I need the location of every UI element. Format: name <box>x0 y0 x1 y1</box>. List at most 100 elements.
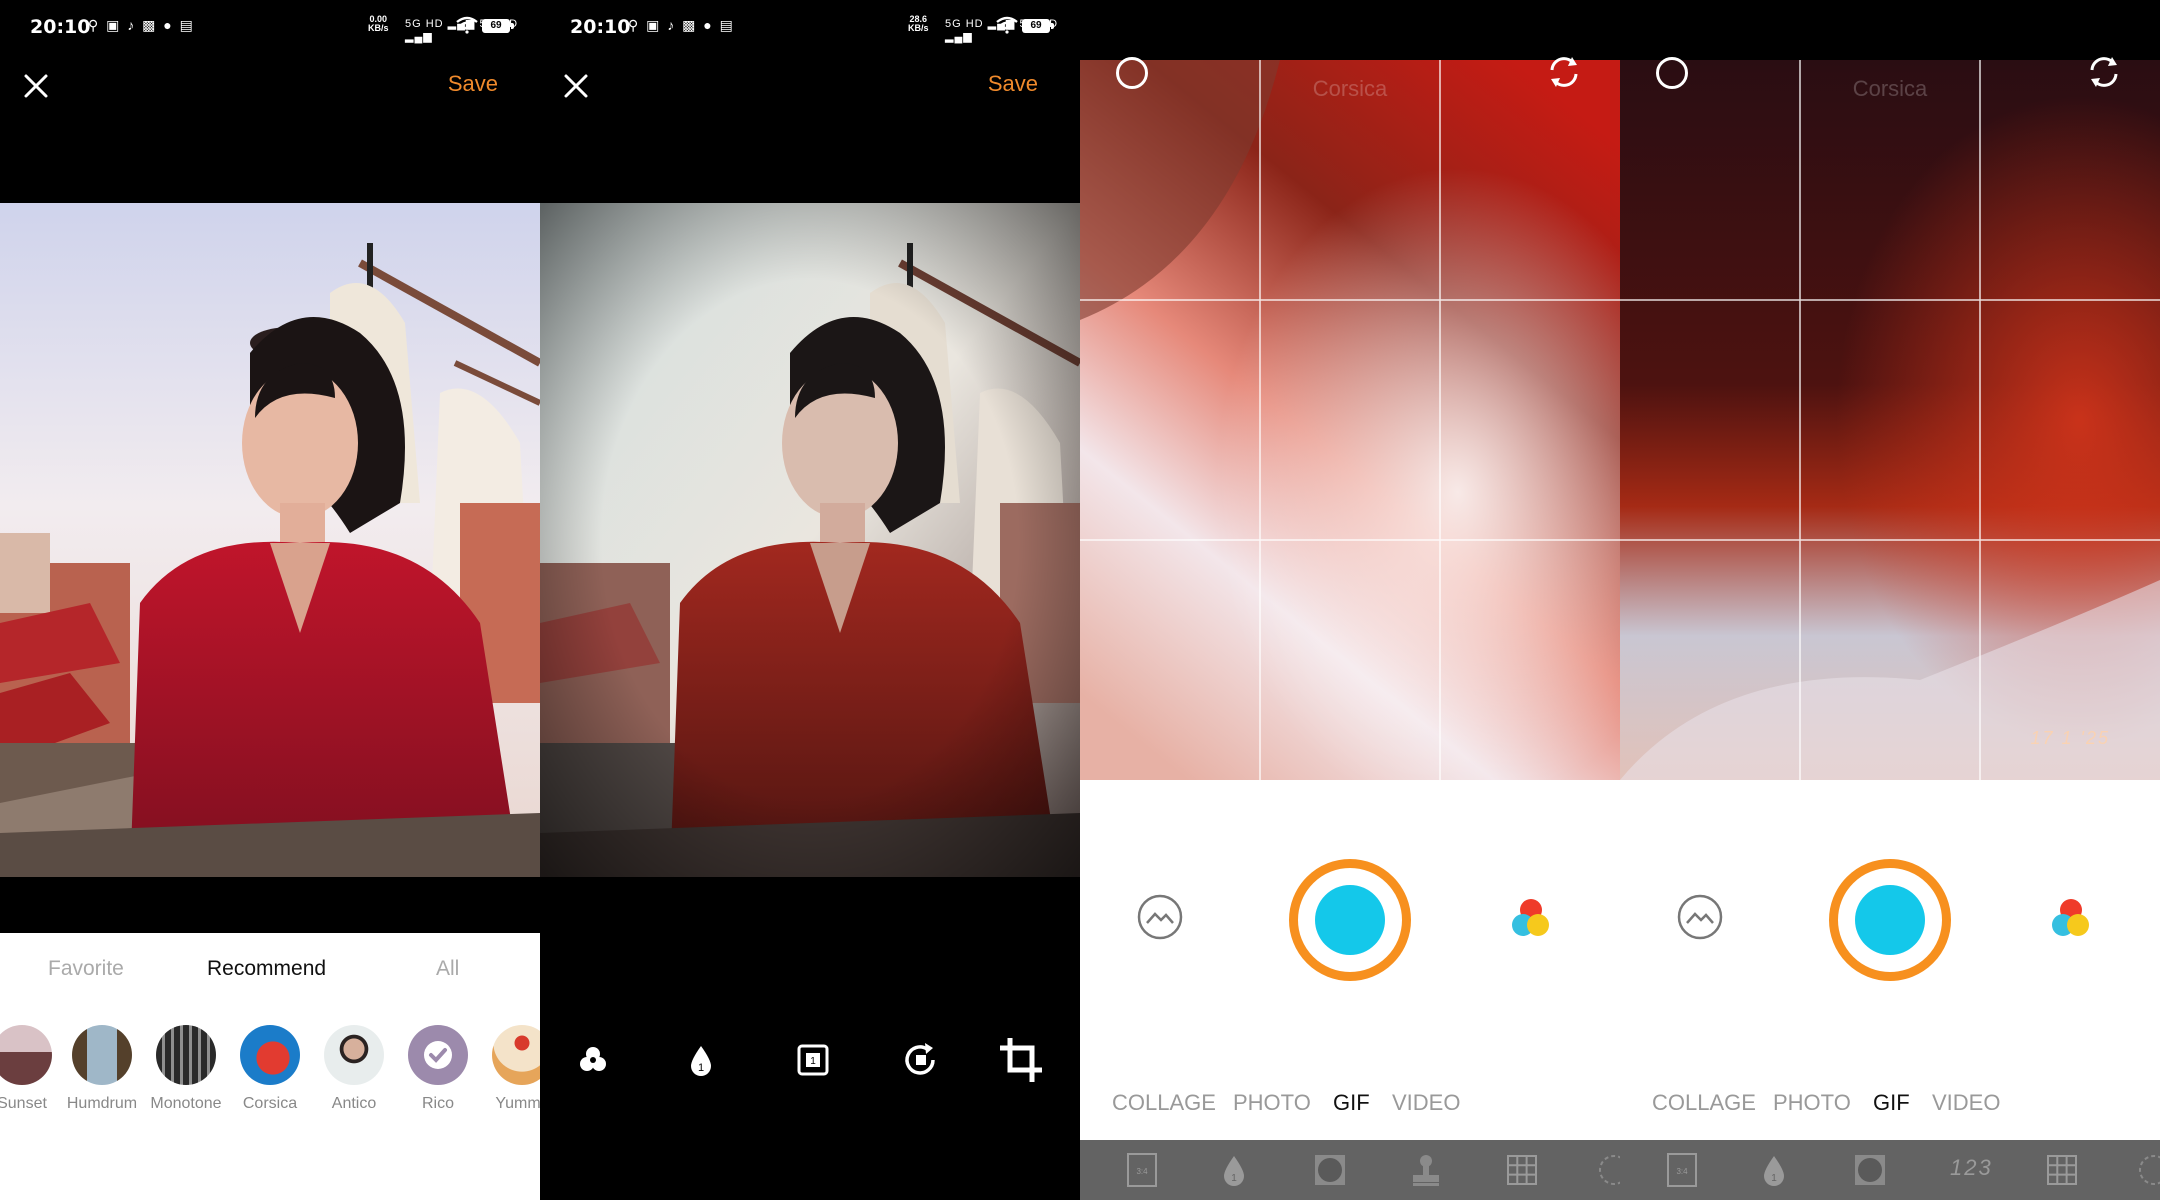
gallery-icon[interactable] <box>1676 893 1724 941</box>
gallery-icon[interactable] <box>1136 893 1184 941</box>
capture-mode-toggle[interactable] <box>1656 57 1688 89</box>
filter-item-rico[interactable]: Rico <box>396 1025 480 1113</box>
filter-label: Rico <box>421 1095 454 1112</box>
camera-bottom-toolbar: 3:4 1 <box>1080 1140 1620 1200</box>
camera-screen-datestamp: Corsica 17 1 '25 COLLAGE PHOTO GIF VIDEO… <box>1620 0 2160 1200</box>
camera-controls: COLLAGE PHOTO GIF VIDEO <box>1620 780 2160 1140</box>
antico-thumbnail <box>324 1025 384 1085</box>
vignette-button[interactable] <box>1312 1152 1348 1188</box>
svg-text:1: 1 <box>1231 1173 1237 1184</box>
flip-camera-icon[interactable] <box>1544 52 1584 92</box>
network-speed: 28.6 KB/s <box>908 15 929 33</box>
battery-icon: 69 <box>1022 19 1054 33</box>
filter-item-antico[interactable]: Antico <box>312 1025 396 1113</box>
battery-icon: 69 <box>482 19 514 33</box>
filter-item-yummy[interactable]: Yummy <box>480 1025 540 1113</box>
date-stamp-icon[interactable]: 123 <box>1950 1155 1993 1181</box>
aspect-ratio-button[interactable]: 3:4 <box>1124 1152 1160 1188</box>
color-filter-icon[interactable] <box>1505 893 1557 945</box>
wifi-icon <box>996 16 1018 34</box>
filter-name-overlay: Corsica <box>1852 76 1928 101</box>
photo-preview <box>540 203 1080 877</box>
status-bar: 20:10 ⚲ ▣ ♪ ▩ ● ▤ 0.00 KB/s 5G HD ▂▄▆ 5G … <box>0 0 540 50</box>
capture-modes: COLLAGE PHOTO GIF VIDEO <box>1620 1090 2160 1120</box>
edit-toolbar: 1 1 <box>540 1030 1080 1090</box>
vignette-button[interactable] <box>1852 1152 1888 1188</box>
filter-label: Monotone <box>150 1095 222 1112</box>
grid-button[interactable] <box>1504 1152 1540 1188</box>
shutter-button[interactable] <box>1289 859 1411 981</box>
svg-text:1: 1 <box>1771 1173 1777 1184</box>
timer-icon <box>2139 1155 2160 1185</box>
vignette-icon <box>1855 1155 1885 1185</box>
aspect-ratio-icon: 3:4 <box>1667 1153 1697 1187</box>
filter-icon <box>580 1047 606 1071</box>
mode-video[interactable]: VIDEO <box>1932 1090 2000 1116</box>
timer-icon <box>1599 1155 1620 1185</box>
filter-name-overlay: Corsica <box>1312 76 1388 101</box>
monotone-thumbnail <box>156 1025 216 1085</box>
flip-camera-icon[interactable] <box>2084 52 2124 92</box>
network-speed: 0.00 KB/s <box>368 15 389 33</box>
filter-item-monotone[interactable]: Monotone <box>144 1025 228 1113</box>
drop-icon: 1 <box>1224 1156 1244 1186</box>
timer-button[interactable] <box>1596 1152 1620 1188</box>
shutter-core <box>1315 885 1385 955</box>
capture-modes: COLLAGE PHOTO GIF VIDEO <box>1080 1090 1620 1120</box>
tab-all[interactable]: All <box>436 957 459 981</box>
yummy-thumbnail <box>492 1025 540 1085</box>
grid-icon <box>2047 1155 2077 1185</box>
mode-gif[interactable]: GIF <box>1873 1090 1910 1116</box>
vignette-icon <box>1315 1155 1345 1185</box>
rotate-icon <box>905 1043 935 1075</box>
filter-item-sunset[interactable]: Sunset <box>0 1025 64 1113</box>
wifi-icon <box>456 16 478 34</box>
photo-preview <box>0 203 540 877</box>
mode-video[interactable]: VIDEO <box>1392 1090 1460 1116</box>
camera-viewfinder[interactable] <box>1620 60 2160 780</box>
notification-icons: ⚲ ▣ ♪ ▩ ● ▤ <box>628 17 735 33</box>
filter-editor-screen: 20:10 ⚲ ▣ ♪ ▩ ● ▤ 0.00 KB/s 5G HD ▂▄▆ 5G … <box>0 0 540 1200</box>
filter-item-corsica[interactable]: Corsica <box>228 1025 312 1113</box>
close-button[interactable] <box>20 70 52 102</box>
mode-gif[interactable]: GIF <box>1333 1090 1370 1116</box>
tool-frame[interactable]: 1 <box>788 1030 838 1090</box>
camera-bottom-toolbar: 3:4 1 123 <box>1620 1140 2160 1200</box>
svg-text:1: 1 <box>810 1056 816 1067</box>
mode-photo[interactable]: PHOTO <box>1233 1090 1311 1116</box>
mode-photo[interactable]: PHOTO <box>1773 1090 1851 1116</box>
exposure-button[interactable]: 1 <box>1216 1152 1252 1188</box>
capture-mode-toggle[interactable] <box>1116 57 1148 89</box>
status-time: 20:10 <box>30 16 91 38</box>
tool-crop[interactable] <box>996 1030 1046 1090</box>
filter-list: Sunset Humdrum Monotone Corsica Antico R… <box>0 1025 540 1145</box>
stamp-button[interactable] <box>1408 1152 1444 1188</box>
grid-button[interactable] <box>2044 1152 2080 1188</box>
tab-recommend[interactable]: Recommend <box>207 957 326 981</box>
color-filter-icon[interactable] <box>2045 893 2097 945</box>
top-bar <box>1620 0 2160 60</box>
check-icon <box>424 1041 452 1069</box>
shutter-core <box>1855 885 1925 955</box>
aspect-ratio-button[interactable]: 3:4 <box>1664 1152 1700 1188</box>
tab-favorite[interactable]: Favorite <box>48 957 124 981</box>
aspect-ratio-label: 3:4 <box>1676 1167 1688 1176</box>
rico-thumbnail <box>408 1025 468 1085</box>
timer-button[interactable] <box>2136 1152 2160 1188</box>
filter-sheet: Favorite Recommend All Sunset Humdrum Mo… <box>0 933 540 1200</box>
tool-adjust[interactable]: 1 <box>676 1030 726 1090</box>
close-button[interactable] <box>560 70 592 102</box>
filter-label: Yummy <box>495 1095 540 1112</box>
date-stamp-overlay: 17 1 '25 <box>2030 728 2110 748</box>
camera-viewfinder[interactable] <box>1080 60 1620 780</box>
stamp-icon <box>1413 1155 1439 1186</box>
mode-collage[interactable]: COLLAGE <box>1112 1090 1216 1116</box>
exposure-button[interactable]: 1 <box>1756 1152 1792 1188</box>
tool-rotate[interactable] <box>896 1030 946 1090</box>
tool-filter[interactable] <box>568 1030 618 1090</box>
mode-collage[interactable]: COLLAGE <box>1652 1090 1756 1116</box>
save-button[interactable]: Save <box>988 71 1038 97</box>
filter-item-humdrum[interactable]: Humdrum <box>60 1025 144 1113</box>
shutter-button[interactable] <box>1829 859 1951 981</box>
save-button[interactable]: Save <box>448 71 498 97</box>
